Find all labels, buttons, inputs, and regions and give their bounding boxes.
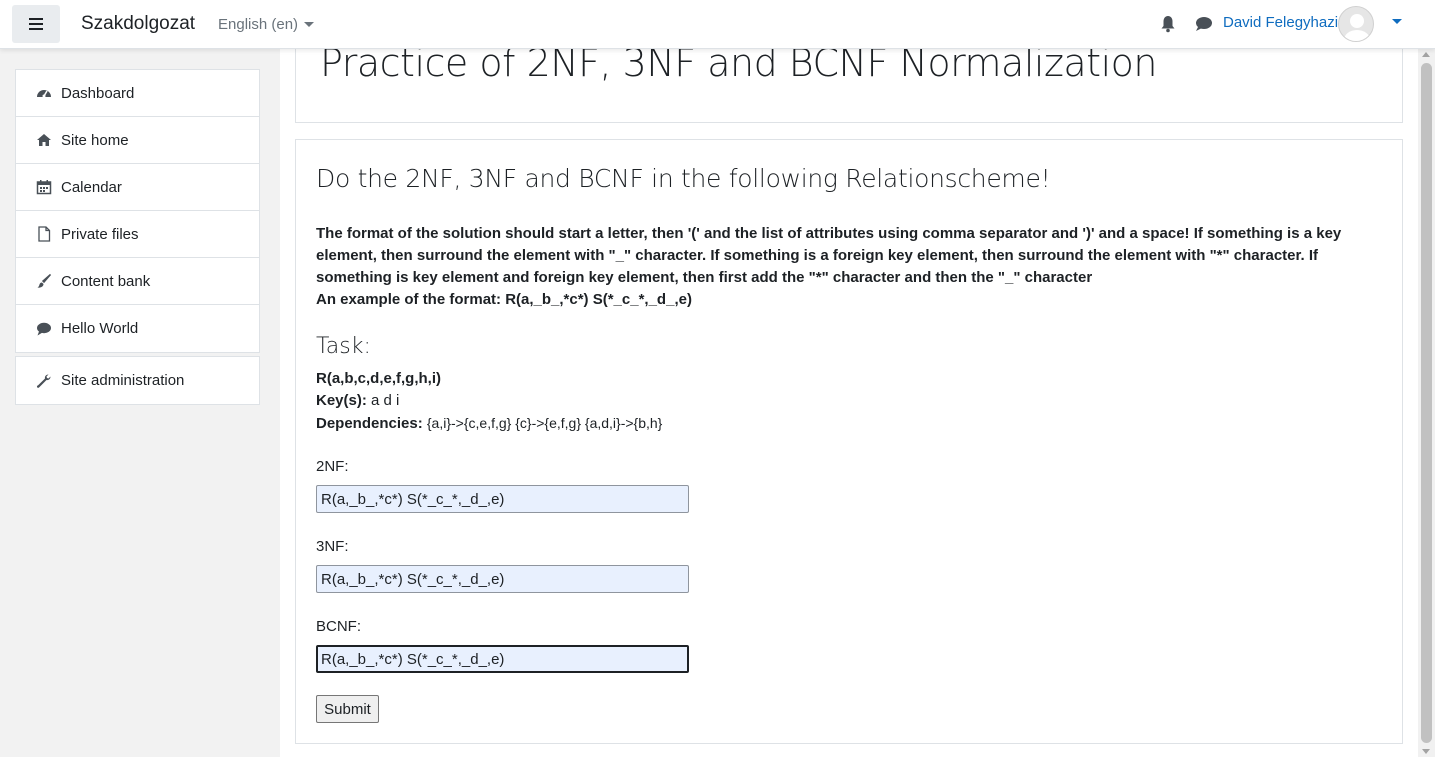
sidebar-item-content-bank[interactable]: Content bank xyxy=(16,258,259,305)
scrollbar-thumb[interactable] xyxy=(1421,63,1432,743)
nf2-label: 2NF: xyxy=(316,458,349,475)
hamburger-icon xyxy=(29,18,43,30)
bcnf-label: BCNF: xyxy=(316,618,361,635)
bcnf-input[interactable] xyxy=(316,645,689,673)
sidebar-item-label: Calendar xyxy=(61,178,122,196)
paintbrush-icon xyxy=(36,273,52,289)
sidebar-item-private-files[interactable]: Private files xyxy=(16,211,259,258)
site-brand[interactable]: Szakdolgozat xyxy=(81,13,195,35)
dependencies-label: Dependencies: xyxy=(316,415,423,432)
instructions: The format of the solution should start … xyxy=(316,223,1386,311)
keys-label: Key(s): xyxy=(316,392,367,409)
sidebar-item-calendar[interactable]: Calendar xyxy=(16,164,259,211)
sidebar-item-hello-world[interactable]: Hello World xyxy=(16,305,259,352)
sidebar-item-dashboard[interactable]: Dashboard xyxy=(16,70,259,117)
nav-list: Dashboard Site home Calendar Private fil… xyxy=(15,69,260,353)
user-name[interactable]: David Felegyhazi xyxy=(1223,14,1338,31)
page-scrollbar[interactable] xyxy=(1418,49,1435,757)
scroll-up-icon[interactable] xyxy=(1422,52,1430,57)
sidebar-item-label: Site home xyxy=(61,131,129,149)
submit-button[interactable]: Submit xyxy=(316,695,379,723)
user-avatar-icon xyxy=(1344,14,1370,41)
sidebar-item-label: Dashboard xyxy=(61,84,135,102)
sidebar-item-label: Private files xyxy=(61,225,139,243)
sidebar-item-label: Hello World xyxy=(61,320,139,337)
task-heading: Task: xyxy=(316,334,371,359)
main-region: Practice of 2NF, 3NF and BCNF Normalizat… xyxy=(280,29,1418,757)
messages-icon[interactable] xyxy=(1195,16,1213,32)
chat-icon xyxy=(36,321,52,337)
file-icon xyxy=(36,226,52,242)
activity-card: Do the 2NF, 3NF and BCNF in the followin… xyxy=(295,139,1403,744)
scroll-down-icon[interactable] xyxy=(1422,749,1430,754)
activity-heading: Do the 2NF, 3NF and BCNF in the followin… xyxy=(316,164,1051,193)
sidebar-item-site-home[interactable]: Site home xyxy=(16,117,259,164)
sidebar-item-site-administration[interactable]: Site administration xyxy=(16,357,259,404)
wrench-icon xyxy=(36,373,52,389)
admin-nav-list: Site administration xyxy=(15,356,260,405)
sidebar: Dashboard Site home Calendar Private fil… xyxy=(0,49,280,757)
sidebar-item-label: Site administration xyxy=(61,372,185,389)
dashboard-icon xyxy=(36,85,52,101)
home-icon xyxy=(36,132,52,148)
language-menu[interactable]: English (en) xyxy=(218,16,315,33)
nf3-label: 3NF: xyxy=(316,538,349,555)
menu-toggle-button[interactable] xyxy=(12,5,60,43)
user-menu-chevron-icon[interactable] xyxy=(1392,19,1402,24)
calendar-icon xyxy=(36,179,52,195)
task-details: R(a,b,c,d,e,f,g,h,i) Key(s): a d i Depen… xyxy=(316,368,662,435)
instructions-text: The format of the solution should start … xyxy=(316,225,1342,286)
nf2-input[interactable] xyxy=(316,485,689,513)
relation-scheme: R(a,b,c,d,e,f,g,h,i) xyxy=(316,370,442,387)
keys-value: a d i xyxy=(371,392,400,409)
nf3-input[interactable] xyxy=(316,565,689,593)
chevron-down-icon xyxy=(304,22,315,27)
avatar[interactable] xyxy=(1338,6,1374,42)
language-label: English (en) xyxy=(218,16,299,33)
format-example: An example of the format: R(a,_b_,*c*) S… xyxy=(316,291,692,308)
sidebar-item-label: Content bank xyxy=(61,272,151,290)
dependencies-value: {a,i}->{c,e,f,g} {c}->{e,f,g} {a,d,i}->{… xyxy=(426,415,663,431)
bell-icon[interactable] xyxy=(1160,15,1176,33)
top-navbar: Szakdolgozat English (en) David Felegyha… xyxy=(0,0,1435,49)
